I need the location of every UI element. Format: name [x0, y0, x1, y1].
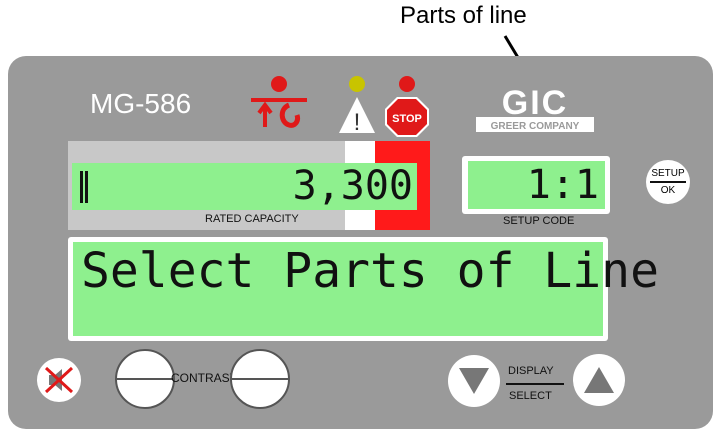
setup-divider: [650, 181, 686, 183]
warning-triangle-icon: !: [339, 76, 375, 135]
logo-company-name: GREER COMPANY: [491, 121, 580, 132]
setup-code-label: SETUP CODE: [503, 215, 575, 227]
display-down-button[interactable]: [448, 355, 500, 407]
setup-label: SETUP: [651, 168, 685, 179]
capacity-bar-indicator: [80, 171, 88, 203]
display-up-button[interactable]: [573, 354, 625, 406]
rated-capacity-display: 3,300: [72, 163, 417, 210]
setup-code-display: 1:1: [468, 161, 605, 209]
arrow-up-icon: [584, 367, 614, 393]
warning-glyph: !: [354, 109, 361, 135]
stop-label: STOP: [392, 113, 422, 125]
display-select-divider: [506, 383, 564, 385]
mute-speaker-icon: [44, 366, 74, 394]
logo-mark: GIC: [502, 84, 568, 122]
display-label: DISPLAY: [508, 365, 554, 377]
model-label: MG-586: [90, 88, 192, 119]
setup-ok-button[interactable]: SETUP OK: [646, 160, 690, 204]
greer-company-logo: GIC GREER COMPANY: [476, 84, 594, 132]
contrast-increase-button[interactable]: [230, 349, 290, 409]
contrast-right-divider: [232, 378, 288, 380]
arrow-down-icon: [459, 368, 489, 394]
mute-button[interactable]: [37, 358, 81, 402]
crane-boom-icon: [251, 76, 307, 128]
message-display: Select Parts of Line: [73, 242, 659, 336]
contrast-label: CONTRAST: [171, 371, 237, 385]
contrast-left-divider: [117, 378, 173, 380]
stop-sign-icon: STOP: [385, 76, 429, 137]
contrast-decrease-button[interactable]: [115, 349, 175, 409]
ok-label: OK: [660, 185, 676, 196]
rated-capacity-label: RATED CAPACITY: [205, 213, 299, 225]
select-label: SELECT: [509, 390, 552, 402]
